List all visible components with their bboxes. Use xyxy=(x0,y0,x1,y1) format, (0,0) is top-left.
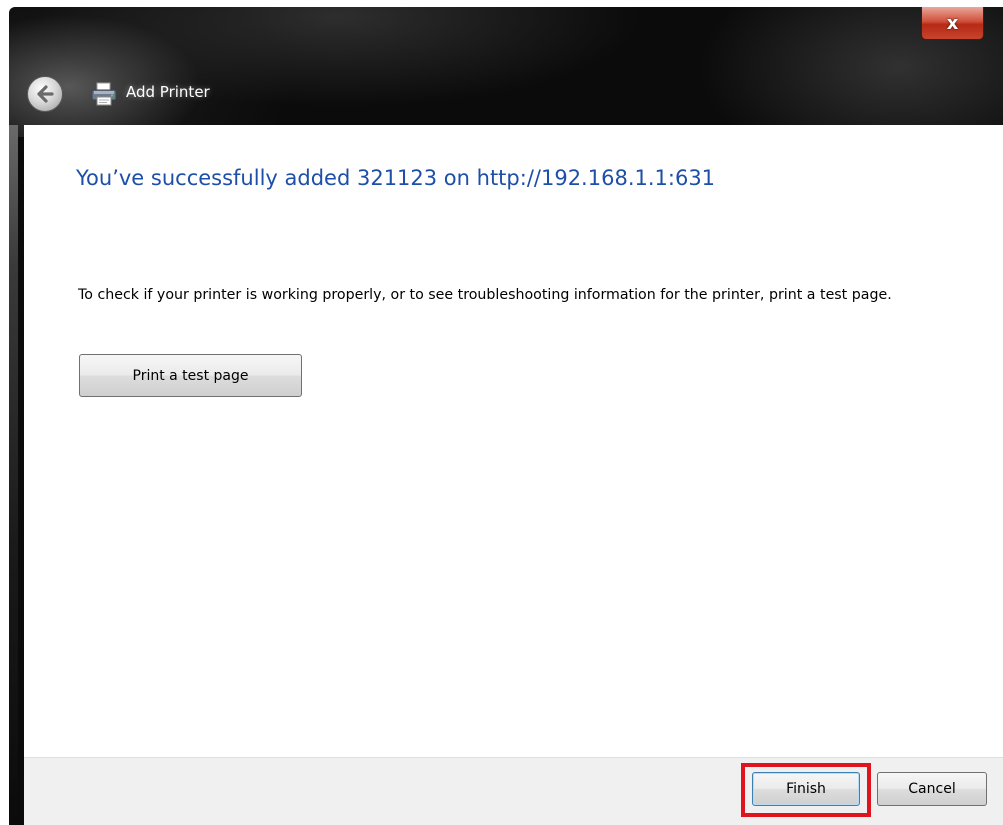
window-left-edge xyxy=(9,125,18,825)
success-heading: You’ve successfully added 321123 on http… xyxy=(76,166,716,190)
dialog-content: You’ve successfully added 321123 on http… xyxy=(24,125,1003,757)
close-button[interactable]: x xyxy=(921,7,984,40)
close-icon: x xyxy=(946,12,959,34)
dialog-footer: Finish Cancel xyxy=(24,757,1003,825)
finish-button[interactable]: Finish xyxy=(752,772,860,806)
printer-icon xyxy=(91,82,117,106)
back-button[interactable] xyxy=(27,76,63,112)
cancel-button[interactable]: Cancel xyxy=(877,772,987,806)
screen: x Add Printer You’ve successfully added … xyxy=(0,0,1003,825)
print-test-page-label: Print a test page xyxy=(132,367,249,384)
cancel-label: Cancel xyxy=(908,781,956,797)
title-bar-glass xyxy=(9,7,1003,137)
finish-label: Finish xyxy=(786,781,826,797)
test-page-description: To check if your printer is working prop… xyxy=(78,287,892,303)
print-test-page-button[interactable]: Print a test page xyxy=(79,354,302,397)
back-arrow-icon xyxy=(37,85,54,103)
window-title: Add Printer xyxy=(126,83,210,101)
